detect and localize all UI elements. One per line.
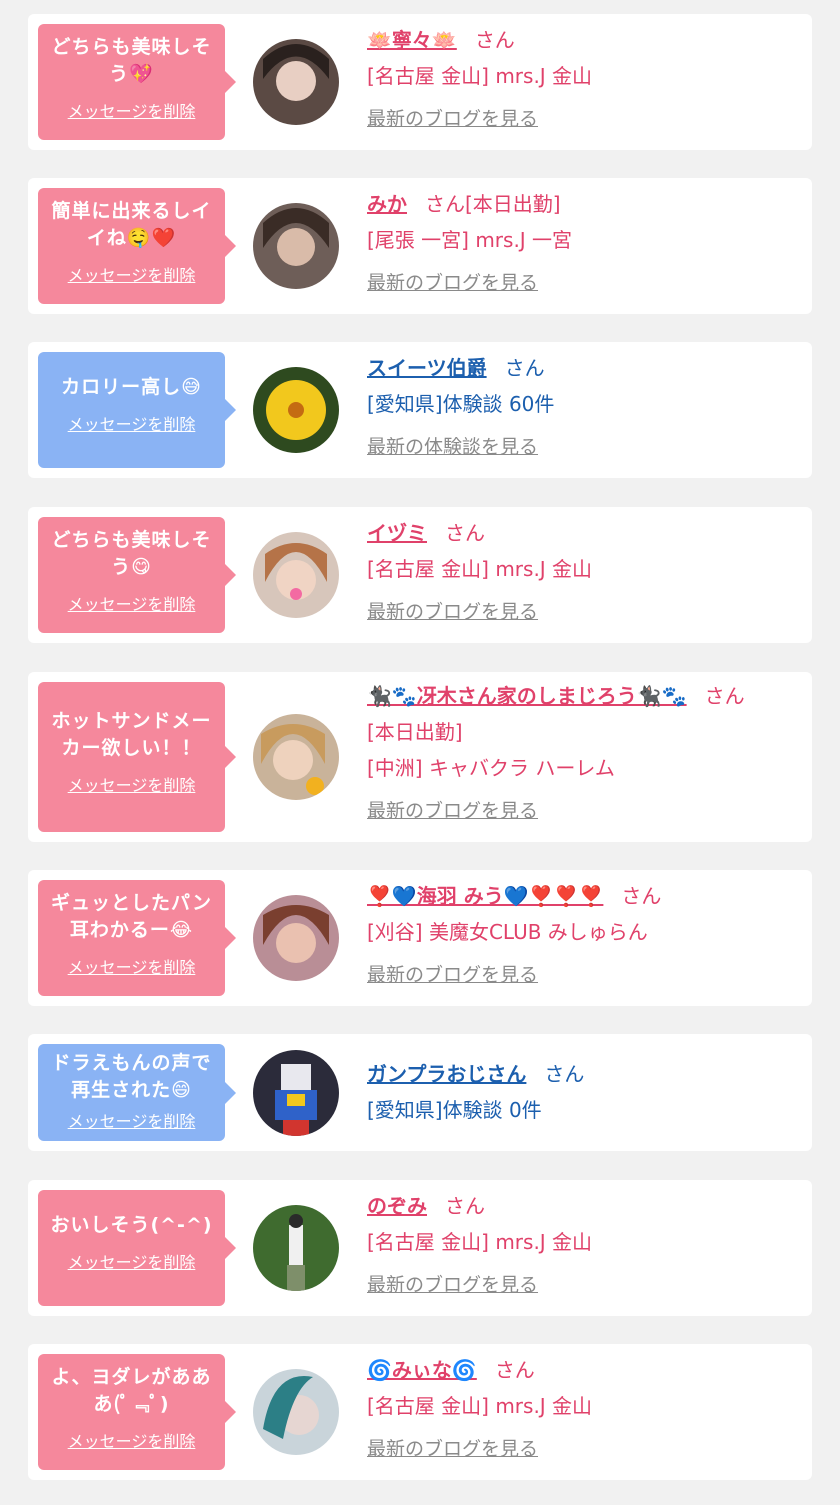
delete-message-link[interactable]: メッセージを削除 <box>68 1249 196 1273</box>
list-item: よ、ヨダレがあああ(ﾟ﹃ﾟ) メッセージを削除 🌀みぃな🌀 さん [名古屋 金山]… <box>28 1344 812 1480</box>
latest-blog-link[interactable]: 最新のブログを見る <box>367 268 538 295</box>
shop-info: [名古屋 金山] mrs.J 金山 <box>367 64 593 88</box>
message-text: ギュッとしたパン耳わかるー😂 <box>51 892 212 941</box>
user-info: イヅミ さん [名古屋 金山] mrs.J 金山 最新のブログを見る <box>367 515 798 624</box>
list-item: おいしそう(^-^) メッセージを削除 のぞみ さん [名古屋 金山] mrs.J… <box>28 1180 812 1316</box>
user-info: のぞみ さん [名古屋 金山] mrs.J 金山 最新のブログを見る <box>367 1188 798 1297</box>
message-list: どちらも美味しそう💖 メッセージを削除 🪷寧々🪷 さん [名古屋 金山] mrs.… <box>0 0 840 1505</box>
shop-info: [刈谷] 美魔女CLUB みしゅらん <box>367 920 648 944</box>
honorific: さん <box>504 356 545 380</box>
delete-message-link[interactable]: メッセージを削除 <box>68 1428 196 1452</box>
review-info: [愛知県]体験談 60件 <box>367 392 555 416</box>
list-item: どちらも美味しそう💖 メッセージを削除 🪷寧々🪷 さん [名古屋 金山] mrs.… <box>28 14 812 150</box>
message-bubble: おいしそう(^-^) メッセージを削除 <box>38 1190 236 1306</box>
message-text: 簡単に出来るしイイね🤤❤️ <box>51 200 212 249</box>
list-item: 簡単に出来るしイイね🤤❤️ メッセージを削除 みか さん[本日出勤] [尾張 一宮… <box>28 178 812 314</box>
message-text: ホットサンドメーカー欲しい！！ <box>51 710 212 759</box>
honorific: さん <box>704 684 745 708</box>
list-item: ドラえもんの声で再生された😄 メッセージを削除 ガンプラおじさん さん [愛知県]… <box>28 1034 812 1151</box>
latest-review-link[interactable]: 最新の体験談を見る <box>367 432 538 459</box>
avatar[interactable] <box>253 203 339 289</box>
latest-blog-link[interactable]: 最新のブログを見る <box>367 1434 538 1461</box>
user-name-link[interactable]: のぞみ <box>367 1194 427 1218</box>
avatar[interactable] <box>253 1050 339 1136</box>
delete-message-link[interactable]: メッセージを削除 <box>68 1108 196 1132</box>
user-info: ❣️💙海羽 みう💙❣️❣️❣️ さん [刈谷] 美魔女CLUB みしゅらん 最新の… <box>367 878 798 987</box>
delete-message-link[interactable]: メッセージを削除 <box>68 262 196 286</box>
user-info: 🐈‍⬛🐾冴木さん家のしまじろう🐈‍⬛🐾 さん [本日出勤] [中洲] キャバクラ … <box>367 678 798 823</box>
shop-info: [中洲] キャバクラ ハーレム <box>367 756 615 780</box>
avatar[interactable] <box>253 367 339 453</box>
message-text: ドラえもんの声で再生された😄 <box>51 1052 212 1101</box>
user-info: 🌀みぃな🌀 さん [名古屋 金山] mrs.J 金山 最新のブログを見る <box>367 1352 798 1461</box>
user-name-link[interactable]: 🐈‍⬛🐾冴木さん家のしまじろう🐈‍⬛🐾 <box>367 684 687 708</box>
delete-message-link[interactable]: メッセージを削除 <box>68 411 196 435</box>
message-bubble: ギュッとしたパン耳わかるー😂 メッセージを削除 <box>38 880 236 996</box>
user-name-link[interactable]: イヅミ <box>367 521 427 545</box>
honorific: さん <box>445 521 485 545</box>
shop-info: [名古屋 金山] mrs.J 金山 <box>367 1230 593 1254</box>
message-bubble: ホットサンドメーカー欲しい！！ メッセージを削除 <box>38 682 236 832</box>
message-bubble: よ、ヨダレがあああ(ﾟ﹃ﾟ) メッセージを削除 <box>38 1354 236 1470</box>
honorific: さん[本日出勤] <box>425 192 561 216</box>
delete-message-link[interactable]: メッセージを削除 <box>68 954 196 978</box>
list-item: カロリー高し😅 メッセージを削除 スイーツ伯爵 さん [愛知県]体験談 60件 最… <box>28 342 812 478</box>
latest-blog-link[interactable]: 最新のブログを見る <box>367 1270 538 1297</box>
user-name-link[interactable]: 🌀みぃな🌀 <box>367 1358 477 1382</box>
shop-info: [名古屋 金山] mrs.J 金山 <box>367 557 593 581</box>
delete-message-link[interactable]: メッセージを削除 <box>68 591 196 615</box>
status-info: [本日出勤] <box>367 720 463 744</box>
honorific: さん <box>474 28 515 52</box>
message-text: おいしそう(^-^) <box>50 1214 213 1236</box>
honorific: さん <box>621 884 662 908</box>
message-text: カロリー高し😅 <box>61 376 202 398</box>
delete-message-link[interactable]: メッセージを削除 <box>68 98 196 122</box>
honorific: さん <box>445 1194 485 1218</box>
avatar[interactable] <box>253 532 339 618</box>
review-info: [愛知県]体験談 0件 <box>367 1098 542 1122</box>
message-bubble: ドラえもんの声で再生された😄 メッセージを削除 <box>38 1044 236 1141</box>
list-item: ホットサンドメーカー欲しい！！ メッセージを削除 🐈‍⬛🐾冴木さん家のしまじろう… <box>28 672 812 842</box>
honorific: さん <box>544 1062 585 1086</box>
user-info: スイーツ伯爵 さん [愛知県]体験談 60件 最新の体験談を見る <box>367 350 798 459</box>
shop-info: [名古屋 金山] mrs.J 金山 <box>367 1394 593 1418</box>
latest-blog-link[interactable]: 最新のブログを見る <box>367 104 538 131</box>
user-name-link[interactable]: ❣️💙海羽 みう💙❣️❣️❣️ <box>367 884 603 908</box>
list-item: ギュッとしたパン耳わかるー😂 メッセージを削除 ❣️💙海羽 みう💙❣️❣️❣️ さ… <box>28 870 812 1006</box>
avatar[interactable] <box>253 39 339 125</box>
message-bubble: カロリー高し😅 メッセージを削除 <box>38 352 236 468</box>
message-text: どちらも美味しそう💖 <box>51 36 212 85</box>
delete-message-link[interactable]: メッセージを削除 <box>68 772 196 796</box>
user-info: みか さん[本日出勤] [尾張 一宮] mrs.J 一宮 最新のブログを見る <box>367 186 798 295</box>
message-text: どちらも美味しそう😋 <box>51 529 212 578</box>
avatar[interactable] <box>253 1205 339 1291</box>
latest-blog-link[interactable]: 最新のブログを見る <box>367 796 538 823</box>
list-item: どちらも美味しそう😋 メッセージを削除 イヅミ さん [名古屋 金山] mrs.J… <box>28 507 812 643</box>
shop-info: [尾張 一宮] mrs.J 一宮 <box>367 228 573 252</box>
user-info: ガンプラおじさん さん [愛知県]体験談 0件 <box>367 1056 798 1128</box>
latest-blog-link[interactable]: 最新のブログを見る <box>367 960 538 987</box>
user-name-link[interactable]: 🪷寧々🪷 <box>367 28 457 52</box>
message-text: よ、ヨダレがあああ(ﾟ﹃ﾟ) <box>51 1366 212 1415</box>
message-bubble: どちらも美味しそう💖 メッセージを削除 <box>38 24 236 140</box>
user-info: 🪷寧々🪷 さん [名古屋 金山] mrs.J 金山 最新のブログを見る <box>367 22 798 131</box>
user-name-link[interactable]: スイーツ伯爵 <box>367 356 487 380</box>
avatar[interactable] <box>253 895 339 981</box>
user-name-link[interactable]: ガンプラおじさん <box>367 1062 526 1086</box>
user-name-link[interactable]: みか <box>367 192 407 216</box>
message-bubble: どちらも美味しそう😋 メッセージを削除 <box>38 517 236 633</box>
honorific: さん <box>494 1358 535 1382</box>
message-bubble: 簡単に出来るしイイね🤤❤️ メッセージを削除 <box>38 188 236 304</box>
avatar[interactable] <box>253 1369 339 1455</box>
avatar[interactable] <box>253 714 339 800</box>
latest-blog-link[interactable]: 最新のブログを見る <box>367 597 538 624</box>
